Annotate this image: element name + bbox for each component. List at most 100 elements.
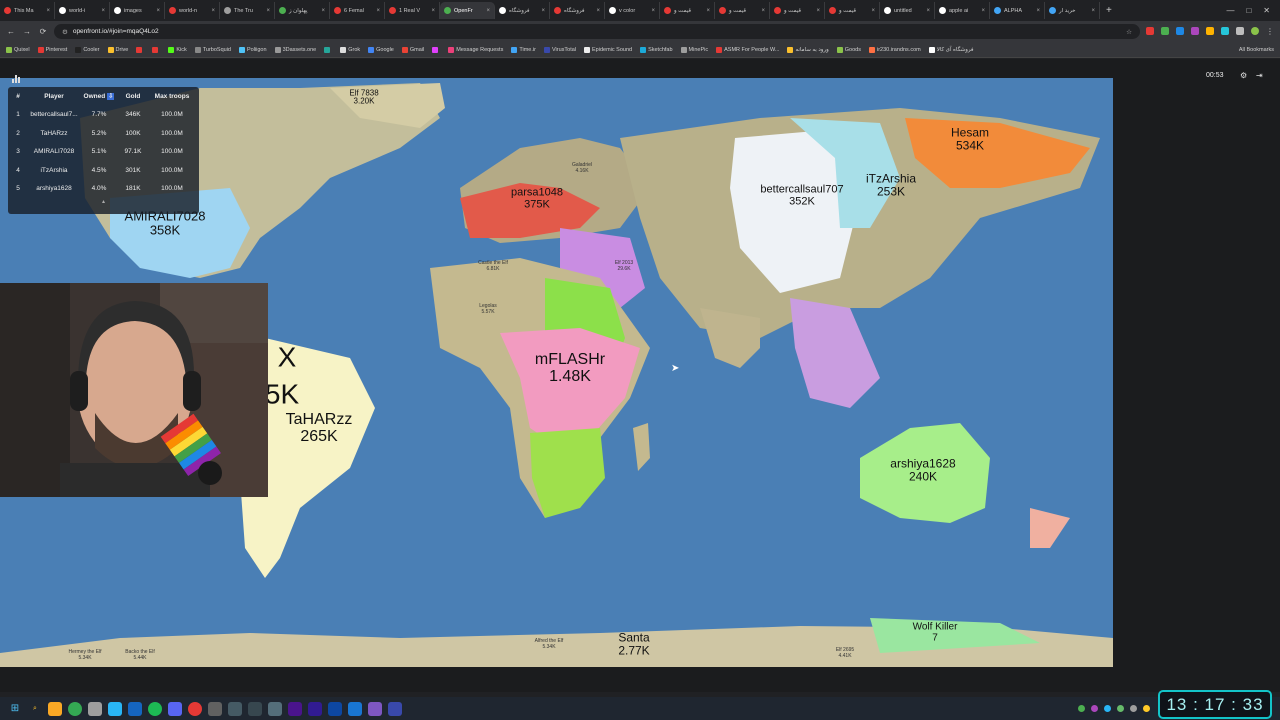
browser-tab[interactable]: 1 Real V × xyxy=(385,2,440,19)
browser-tab[interactable]: فروشگاه × xyxy=(550,2,605,19)
tab-close-icon[interactable]: × xyxy=(706,8,710,14)
tray-icon[interactable] xyxy=(1117,705,1124,712)
app-icon[interactable] xyxy=(248,701,262,716)
bookmark-item[interactable]: ورود به سامانه xyxy=(787,46,829,53)
bookmark-item[interactable]: ir230.irandns.com xyxy=(869,46,921,53)
bookmark-item[interactable]: Epidemic Sound xyxy=(584,46,632,53)
owned-header[interactable]: Owned ⇩ xyxy=(80,92,118,101)
tray-icon[interactable] xyxy=(1104,705,1111,712)
tab-close-icon[interactable]: × xyxy=(926,8,930,14)
player-header[interactable]: Player xyxy=(28,93,80,100)
leaderboard-toggle-icon[interactable] xyxy=(12,73,22,83)
leaderboard-row[interactable]: 5 arshiya1628 4.0% 181K 100.0M xyxy=(8,180,199,199)
file-explorer-icon[interactable] xyxy=(48,701,62,716)
spotify-icon[interactable] xyxy=(148,701,162,716)
max-troops-header[interactable]: Max troops xyxy=(148,93,196,100)
app-icon[interactable] xyxy=(208,701,222,716)
browser-tab[interactable]: قیمت و × xyxy=(715,2,770,19)
bookmark-item[interactable]: ASMR For People W... xyxy=(716,46,779,53)
discord-icon[interactable] xyxy=(168,701,182,716)
bookmark-item[interactable]: Goods xyxy=(836,46,861,53)
browser-tab[interactable]: 6 Femal × xyxy=(330,2,385,19)
bookmark-item[interactable]: Kick xyxy=(168,46,187,53)
extension-icon[interactable] xyxy=(1146,27,1154,35)
browser-tab[interactable]: خرید ار × xyxy=(1045,2,1100,19)
tab-close-icon[interactable]: × xyxy=(266,8,270,14)
tab-close-icon[interactable]: × xyxy=(816,8,820,14)
forward-icon[interactable]: → xyxy=(22,27,32,36)
site-info-icon[interactable]: ⚙ xyxy=(62,28,68,36)
tab-close-icon[interactable]: × xyxy=(761,8,765,14)
tab-close-icon[interactable]: × xyxy=(211,8,215,14)
leaderboard-row[interactable]: 1 bettercallsaul7... 7.7% 346K 100.0M xyxy=(8,106,199,125)
app-icon[interactable] xyxy=(268,701,282,716)
tab-close-icon[interactable]: × xyxy=(101,8,105,14)
minimize-icon[interactable]: — xyxy=(1226,6,1234,15)
browser-tab[interactable]: پهلوان ز × xyxy=(275,2,330,19)
browser-tab[interactable]: قیمت و × xyxy=(825,2,880,19)
exit-icon[interactable]: ⇥ xyxy=(1256,71,1263,80)
extension-icon[interactable] xyxy=(1191,27,1199,35)
bookmark-item[interactable]: فروشگاه آی کالا xyxy=(928,46,974,53)
bookmark-item[interactable]: TurboSquid xyxy=(194,46,231,53)
tab-close-icon[interactable]: × xyxy=(376,8,380,14)
maximize-icon[interactable]: □ xyxy=(1246,6,1251,15)
tab-close-icon[interactable]: × xyxy=(1036,8,1040,14)
extension-icon[interactable] xyxy=(1221,27,1229,35)
bookmark-item[interactable] xyxy=(152,46,160,53)
reload-icon[interactable]: ⟳ xyxy=(38,27,48,36)
bookmark-item[interactable]: MinePic xyxy=(680,46,708,53)
tab-close-icon[interactable]: × xyxy=(1091,8,1095,14)
profile-avatar[interactable] xyxy=(1251,27,1259,35)
tray-icon[interactable] xyxy=(1130,705,1137,712)
bookmark-item[interactable]: Sketchfab xyxy=(640,46,673,53)
bookmark-item[interactable]: Drive xyxy=(107,46,128,53)
browser-tab[interactable]: images × xyxy=(110,2,165,19)
url-input[interactable]: ⚙ openfront.io/#join=mqaQ4Lo2 ☆ xyxy=(54,24,1140,39)
all-bookmarks[interactable]: All Bookmarks xyxy=(1239,47,1274,53)
close-icon[interactable]: ✕ xyxy=(1263,6,1270,15)
tab-close-icon[interactable]: × xyxy=(46,8,50,14)
tab-close-icon[interactable]: × xyxy=(871,8,875,14)
tab-close-icon[interactable]: × xyxy=(981,8,985,14)
tab-close-icon[interactable]: × xyxy=(486,8,490,14)
bookmark-item[interactable]: Grok xyxy=(340,46,360,53)
bookmark-item[interactable]: Message Requests xyxy=(448,46,503,53)
gold-header[interactable]: Gold xyxy=(118,93,148,100)
bookmark-item[interactable] xyxy=(136,46,144,53)
bookmark-item[interactable]: Poliigon xyxy=(238,46,267,53)
new-tab-button[interactable]: + xyxy=(1100,5,1118,16)
browser-tab[interactable]: قیمت و × xyxy=(660,2,715,19)
after-effects-icon[interactable] xyxy=(288,701,302,716)
tab-close-icon[interactable]: × xyxy=(541,8,545,14)
bookmark-item[interactable]: Cooler xyxy=(75,46,100,53)
browser-tab[interactable]: The Tru × xyxy=(220,2,275,19)
steam-icon[interactable] xyxy=(128,701,142,716)
browser-tab[interactable]: OpenFr × xyxy=(440,2,495,19)
photoshop-icon[interactable] xyxy=(328,701,342,716)
bookmark-item[interactable]: Pinterest xyxy=(37,46,67,53)
bookmark-item[interactable]: 3Dassets.one xyxy=(274,46,316,53)
bookmark-item[interactable]: Quixel xyxy=(6,46,30,53)
app-icon[interactable] xyxy=(368,701,382,716)
browser-tab[interactable]: This Ma × xyxy=(0,2,55,19)
tab-close-icon[interactable]: × xyxy=(321,8,325,14)
browser-tab[interactable]: ALPHA × xyxy=(990,2,1045,19)
app-icon[interactable] xyxy=(88,701,102,716)
extension-icon[interactable] xyxy=(1161,27,1169,35)
extension-icon[interactable] xyxy=(1176,27,1184,35)
leaderboard-row[interactable]: 3 AMIRALI7028 5.1% 97.1K 100.0M xyxy=(8,143,199,162)
browser-tab[interactable]: قیمت و × xyxy=(770,2,825,19)
obs-icon[interactable] xyxy=(188,701,202,716)
leaderboard-row[interactable]: 4 iTzArshia 4.5% 301K 100.0M xyxy=(8,161,199,180)
tray-icon[interactable] xyxy=(1078,705,1085,712)
search-icon[interactable]: ⌕ xyxy=(28,702,42,716)
bookmark-item[interactable]: Google xyxy=(368,46,394,53)
tab-close-icon[interactable]: × xyxy=(156,8,160,14)
browser-tab[interactable]: v color × xyxy=(605,2,660,19)
app-icon[interactable] xyxy=(348,701,362,716)
app-icon[interactable] xyxy=(388,701,402,716)
bookmark-item[interactable] xyxy=(324,46,332,53)
telegram-icon[interactable] xyxy=(108,701,122,716)
tray-icon[interactable] xyxy=(1143,705,1150,712)
